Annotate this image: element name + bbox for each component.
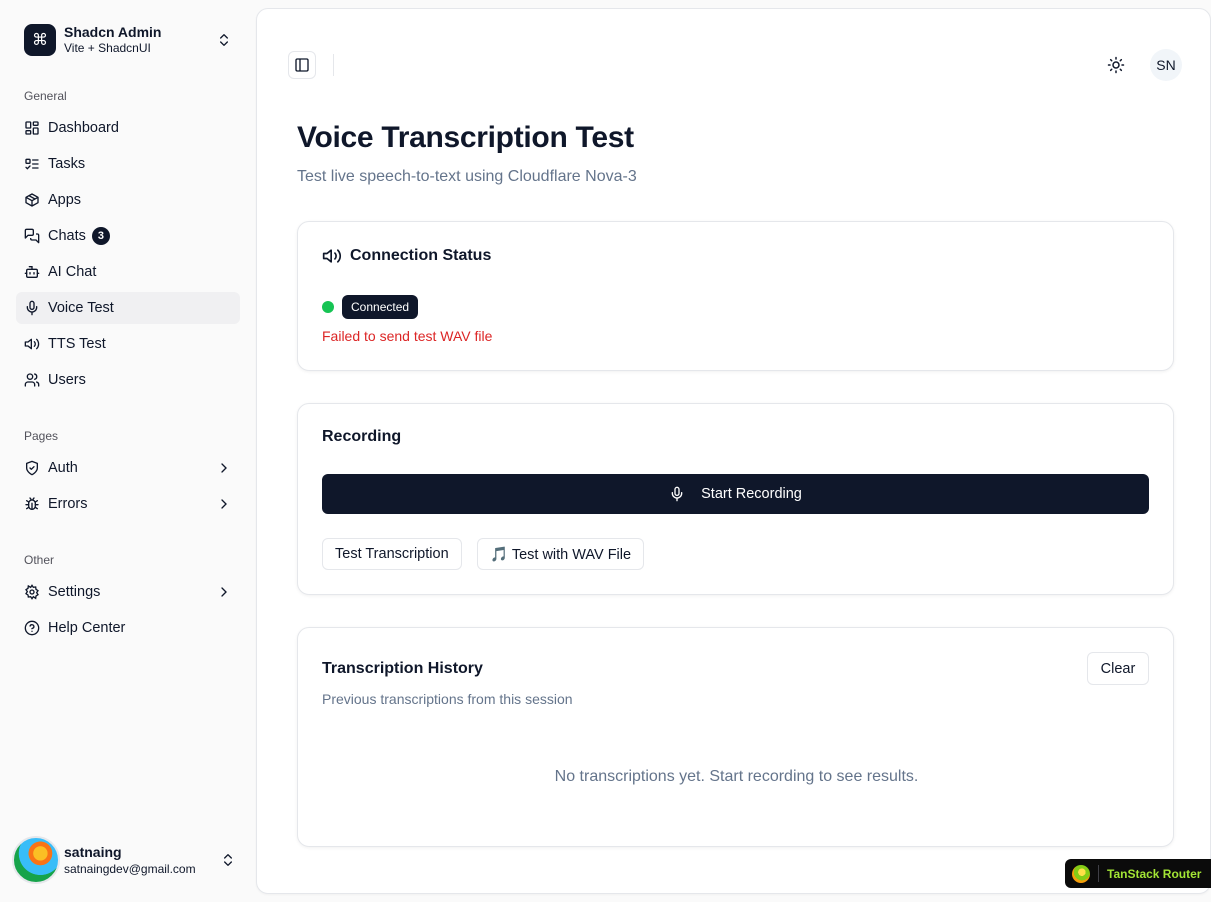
- chevron-right-icon: [221, 587, 227, 597]
- chevron-right-icon: [221, 463, 227, 473]
- sidebar-item-label: AI Chat: [48, 264, 97, 280]
- transcription-history-card: Transcription History Clear Previous tra…: [297, 627, 1174, 847]
- sidebar-item-label: Settings: [48, 584, 101, 600]
- mic-icon: [671, 486, 683, 502]
- test-transcription-button[interactable]: Test Transcription: [322, 538, 462, 570]
- team-name: Shadcn Admin: [64, 24, 162, 40]
- dashboard-icon: [25, 121, 39, 135]
- sidebar-item-label: Help Center: [48, 620, 126, 636]
- status-dot: [322, 301, 334, 313]
- header-divider: [333, 54, 334, 76]
- tasks-icon: [25, 158, 39, 170]
- sidebar-item-chats[interactable]: Chats 3: [16, 220, 240, 252]
- sidebar-item-label: Voice Test: [48, 300, 114, 316]
- package-icon: [25, 193, 39, 207]
- user-menu[interactable]: satnaing satnaingdev@gmail.com: [8, 834, 240, 886]
- empty-state-text: No transcriptions yet. Start recording t…: [554, 768, 919, 785]
- sidebar-item-ai-chat[interactable]: AI Chat: [16, 256, 240, 288]
- sidebar-item-label: Tasks: [48, 156, 86, 172]
- team-subtitle: Vite + ShadcnUI: [64, 41, 151, 55]
- group-label-pages: Pages: [24, 429, 59, 443]
- history-description: Previous transcriptions from this sessio…: [322, 691, 573, 707]
- help-circle-icon: [24, 620, 40, 636]
- history-title: Transcription History: [322, 660, 483, 677]
- profile-avatar-button[interactable]: SN: [1150, 49, 1182, 81]
- sidebar-item-label: Users: [48, 372, 86, 388]
- group-label-general: General: [24, 89, 67, 103]
- recording-title: Recording: [322, 428, 402, 445]
- start-recording-label: Start Recording: [701, 486, 802, 502]
- sidebar-item-label: Dashboard: [48, 120, 119, 136]
- error-message: Failed to send test WAV file: [322, 328, 493, 344]
- sidebar-item-label: Auth: [48, 460, 78, 476]
- command-icon: ⌘: [24, 24, 56, 56]
- card-title: Connection Status: [322, 246, 491, 266]
- start-recording-button[interactable]: Start Recording: [322, 474, 1149, 514]
- sidebar-item-apps[interactable]: Apps: [16, 184, 240, 216]
- gear-icon: [25, 584, 39, 600]
- sidebar-item-voice-test[interactable]: Voice Test: [16, 292, 240, 324]
- sidebar-item-settings[interactable]: Settings: [16, 576, 240, 608]
- team-switcher[interactable]: ⌘ Shadcn Admin Vite + ShadcnUI: [16, 16, 240, 64]
- connection-status-card: Connection Status Connected Failed to se…: [297, 221, 1174, 371]
- clear-button[interactable]: Clear: [1087, 652, 1149, 685]
- sidebar: ⌘ Shadcn Admin Vite + ShadcnUI General D…: [0, 0, 256, 902]
- chevrons-up-down-icon: [220, 34, 228, 46]
- chevrons-up-down-icon: [224, 854, 232, 866]
- bug-icon: [25, 497, 39, 510]
- mic-icon: [26, 300, 38, 316]
- sidebar-item-label: Errors: [48, 496, 88, 512]
- unread-count-badge: 3: [91, 227, 110, 245]
- user-email: satnaingdev@gmail.com: [64, 861, 196, 876]
- bot-icon: [24, 266, 40, 278]
- status-badge: Connected: [342, 295, 419, 319]
- tanstack-router-devtools-button[interactable]: TanStack Router: [1065, 859, 1211, 888]
- users-icon: [24, 373, 40, 387]
- test-wav-file-button[interactable]: 🎵 Test with WAV File: [477, 538, 645, 570]
- shield-check-icon: [26, 460, 38, 476]
- sidebar-item-users[interactable]: Users: [16, 364, 240, 396]
- main-content: SN Voice Transcription Test Test live sp…: [256, 8, 1211, 894]
- sidebar-item-tts-test[interactable]: TTS Test: [16, 328, 240, 360]
- sun-icon: [1107, 56, 1125, 74]
- chats-icon: [24, 228, 40, 244]
- tanstack-logo-icon: [1072, 864, 1090, 883]
- sidebar-item-errors[interactable]: Errors: [16, 488, 240, 520]
- sidebar-toggle-button[interactable]: [288, 51, 316, 79]
- sidebar-item-label: TTS Test: [48, 336, 106, 352]
- page-title: Voice Transcription Test: [297, 121, 634, 154]
- sidebar-item-help-center[interactable]: Help Center: [16, 612, 240, 644]
- speaker-icon: [24, 338, 40, 350]
- devtools-label: TanStack Router: [1107, 866, 1202, 881]
- sidebar-item-tasks[interactable]: Tasks: [16, 148, 240, 180]
- user-avatar: [12, 836, 60, 884]
- devtools-divider: [1098, 865, 1099, 882]
- sidebar-item-auth[interactable]: Auth: [16, 452, 240, 484]
- sidebar-item-label: Chats: [48, 228, 86, 244]
- speaker-icon: [322, 249, 342, 263]
- theme-toggle-button[interactable]: [1100, 49, 1132, 81]
- page-subtitle: Test live speech-to-text using Cloudflar…: [297, 168, 637, 185]
- sidebar-item-dashboard[interactable]: Dashboard: [16, 112, 240, 144]
- panel-left-icon: [295, 58, 309, 72]
- group-label-other: Other: [24, 553, 55, 567]
- recording-card: Recording Start Recording Test Transcrip…: [297, 403, 1174, 595]
- user-name: satnaing: [64, 843, 122, 860]
- chevron-right-icon: [221, 499, 227, 509]
- sidebar-item-label: Apps: [48, 192, 82, 208]
- connection-status-title: Connection Status: [350, 247, 492, 264]
